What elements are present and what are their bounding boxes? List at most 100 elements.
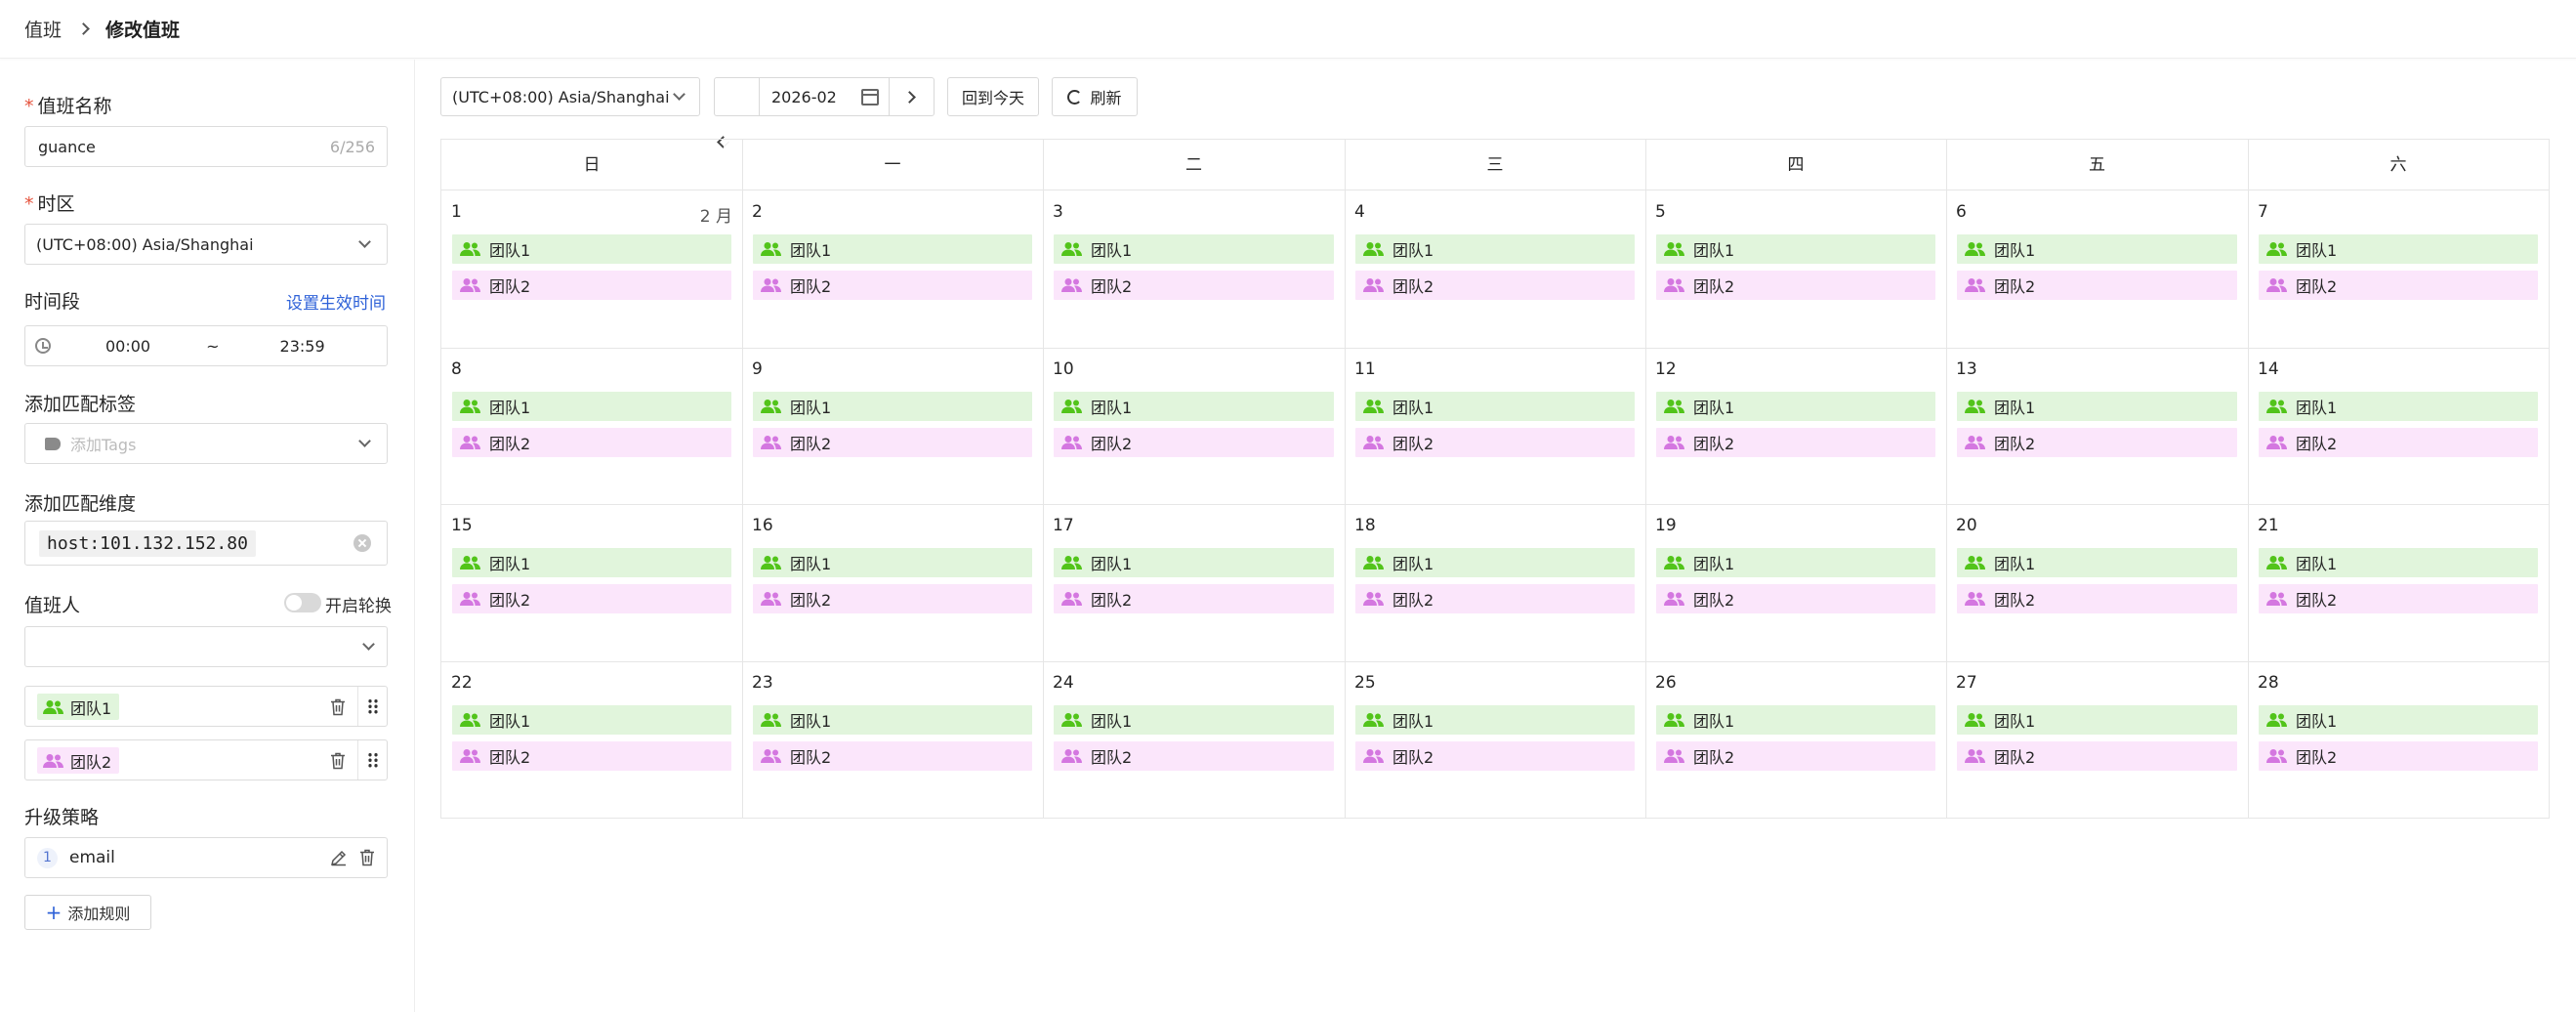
duty-event[interactable]: 团队2 [452, 271, 731, 300]
duty-event[interactable]: 团队2 [1054, 740, 1334, 771]
calendar-timezone-select[interactable]: (UTC+08:00) Asia/Shanghai [440, 77, 700, 116]
duty-event[interactable]: 团队1 [1355, 391, 1635, 421]
breadcrumb-oncall[interactable]: 值班 [24, 16, 62, 42]
duty-event[interactable]: 团队1 [1054, 704, 1334, 735]
calendar-day-cell[interactable]: 8 团队1 团队2 [441, 348, 742, 505]
calendar-day-cell[interactable]: 6 团队1 团队2 [1946, 190, 2248, 348]
calendar-day-cell[interactable]: 1 2 月团队1 团队2 [441, 190, 742, 348]
duty-event[interactable]: 团队2 [1656, 271, 1935, 300]
duty-event[interactable]: 团队1 [753, 548, 1032, 577]
calendar-day-cell[interactable]: 20 团队1 团队2 [1946, 504, 2248, 661]
duty-event[interactable]: 团队2 [1957, 427, 2237, 457]
duty-event[interactable]: 团队1 [1054, 391, 1334, 421]
duty-event[interactable]: 团队1 [2259, 391, 2538, 421]
duty-event[interactable]: 团队2 [753, 271, 1032, 300]
set-effective-time-link[interactable]: 设置生效时间 [286, 289, 386, 314]
duty-event[interactable]: 团队1 [1054, 548, 1334, 577]
calendar-day-cell[interactable]: 14 团队1 团队2 [2248, 348, 2549, 505]
calendar-day-cell[interactable]: 26 团队1 团队2 [1645, 661, 1946, 819]
duty-event[interactable]: 团队2 [1957, 584, 2237, 613]
clear-icon[interactable] [353, 534, 371, 552]
duty-event[interactable]: 团队1 [1355, 548, 1635, 577]
duty-event[interactable]: 团队2 [1355, 584, 1635, 613]
duty-event[interactable]: 团队2 [2259, 427, 2538, 457]
end-time[interactable]: 23:59 [280, 337, 325, 356]
dimension-input[interactable]: host:101.132.152.80 [24, 521, 388, 566]
delete-icon[interactable] [330, 698, 346, 716]
rotation-toggle[interactable] [284, 593, 321, 612]
duty-event[interactable]: 团队1 [452, 704, 731, 735]
duty-event[interactable]: 团队2 [1054, 584, 1334, 613]
delete-icon[interactable] [330, 752, 346, 770]
duty-event[interactable]: 团队1 [1656, 234, 1935, 264]
prev-month-button[interactable] [715, 77, 760, 148]
duty-event[interactable]: 团队1 [2259, 548, 2538, 577]
duty-event[interactable]: 团队1 [2259, 704, 2538, 735]
duty-event[interactable]: 团队2 [1355, 271, 1635, 300]
duty-event[interactable]: 团队1 [1355, 704, 1635, 735]
calendar-day-cell[interactable]: 13 团队1 团队2 [1946, 348, 2248, 505]
duty-event[interactable]: 团队1 [753, 234, 1032, 264]
duty-event[interactable]: 团队2 [1054, 427, 1334, 457]
duty-event[interactable]: 团队2 [452, 584, 731, 613]
duty-event[interactable]: 团队2 [452, 740, 731, 771]
duty-event[interactable]: 团队2 [1355, 427, 1635, 457]
calendar-day-cell[interactable]: 16 团队1 团队2 [742, 504, 1043, 661]
duty-event[interactable]: 团队2 [2259, 271, 2538, 300]
timezone-select[interactable]: (UTC+08:00) Asia/Shanghai [24, 224, 388, 265]
calendar-day-cell[interactable]: 28 团队1 团队2 [2248, 661, 2549, 819]
calendar-day-cell[interactable]: 2 团队1 团队2 [742, 190, 1043, 348]
calendar-day-cell[interactable]: 21 团队1 团队2 [2248, 504, 2549, 661]
calendar-day-cell[interactable]: 24 团队1 团队2 [1043, 661, 1345, 819]
month-value[interactable]: 2026-02 [771, 88, 837, 106]
duty-event[interactable]: 团队2 [2259, 740, 2538, 771]
duty-event[interactable]: 团队2 [1656, 740, 1935, 771]
duty-event[interactable]: 团队1 [1957, 234, 2237, 264]
duty-event[interactable]: 团队2 [2259, 584, 2538, 613]
duty-event[interactable]: 团队2 [753, 584, 1032, 613]
duty-event[interactable]: 团队1 [753, 704, 1032, 735]
add-rule-button[interactable]: + 添加规则 [24, 895, 151, 930]
refresh-button[interactable]: 刷新 [1052, 77, 1138, 116]
duty-event[interactable]: 团队2 [1355, 740, 1635, 771]
duty-event[interactable]: 团队1 [1656, 704, 1935, 735]
calendar-day-cell[interactable]: 12 团队1 团队2 [1645, 348, 1946, 505]
duty-event[interactable]: 团队1 [1957, 548, 2237, 577]
calendar-day-cell[interactable]: 19 团队1 团队2 [1645, 504, 1946, 661]
duty-event[interactable]: 团队2 [753, 427, 1032, 457]
duty-event[interactable]: 团队1 [1355, 234, 1635, 264]
duty-event[interactable]: 团队2 [1054, 271, 1334, 300]
duty-event[interactable]: 团队2 [753, 740, 1032, 771]
duty-event[interactable]: 团队1 [1656, 391, 1935, 421]
calendar-day-cell[interactable]: 9 团队1 团队2 [742, 348, 1043, 505]
calendar-day-cell[interactable]: 22 团队1 团队2 [441, 661, 742, 819]
duty-event[interactable]: 团队1 [452, 234, 731, 264]
calendar-day-cell[interactable]: 27 团队1 团队2 [1946, 661, 2248, 819]
duty-event[interactable]: 团队1 [452, 548, 731, 577]
calendar-day-cell[interactable]: 3 团队1 团队2 [1043, 190, 1345, 348]
duty-event[interactable]: 团队2 [1656, 427, 1935, 457]
drag-handle-icon[interactable] [367, 698, 379, 714]
calendar-day-cell[interactable]: 5 团队1 团队2 [1645, 190, 1946, 348]
duty-event[interactable]: 团队2 [1656, 584, 1935, 613]
name-input[interactable]: guance 6/256 [24, 126, 388, 167]
duty-event[interactable]: 团队1 [753, 391, 1032, 421]
oncall-select[interactable] [24, 626, 388, 667]
next-month-button[interactable] [889, 77, 934, 116]
calendar-day-cell[interactable]: 25 团队1 团队2 [1345, 661, 1645, 819]
duty-event[interactable]: 团队1 [1957, 391, 2237, 421]
calendar-day-cell[interactable]: 10 团队1 团队2 [1043, 348, 1345, 505]
calendar-day-cell[interactable]: 18 团队1 团队2 [1345, 504, 1645, 661]
calendar-day-cell[interactable]: 17 团队1 团队2 [1043, 504, 1345, 661]
tags-select[interactable]: 添加Tags [24, 423, 388, 464]
duty-event[interactable]: 团队2 [1957, 740, 2237, 771]
back-to-today-button[interactable]: 回到今天 [947, 77, 1039, 116]
calendar-day-cell[interactable]: 7 团队1 团队2 [2248, 190, 2549, 348]
calendar-day-cell[interactable]: 11 团队1 团队2 [1345, 348, 1645, 505]
delete-icon[interactable] [359, 849, 375, 866]
drag-handle-icon[interactable] [367, 752, 379, 768]
duty-event[interactable]: 团队1 [452, 391, 731, 421]
calendar-day-cell[interactable]: 4 团队1 团队2 [1345, 190, 1645, 348]
calendar-day-cell[interactable]: 23 团队1 团队2 [742, 661, 1043, 819]
time-range-picker[interactable]: 00:00 ~ 23:59 [24, 325, 388, 366]
